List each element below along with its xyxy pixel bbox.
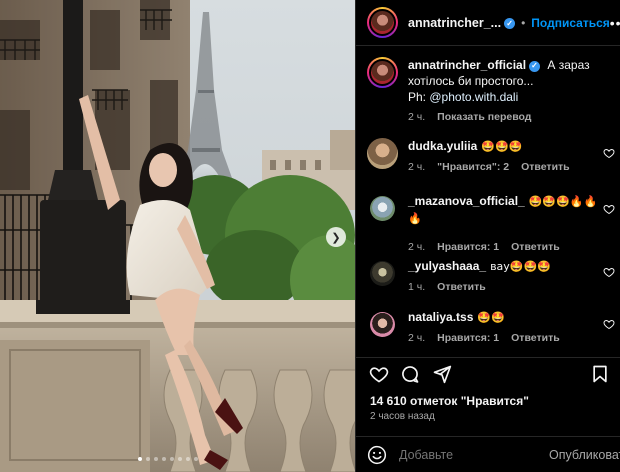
carousel-dot (162, 457, 166, 461)
separator-dot: • (521, 15, 526, 30)
comment-text: _yulyashaaa_ вау🤩🤩🤩 (408, 258, 598, 275)
post-caption: annatrincher_official ✓ А зараз хотілось … (367, 57, 615, 123)
caption-time: 2 ч. (408, 111, 426, 123)
post-header: annatrincher_...✓ • Подписаться ••• (356, 0, 620, 46)
comments-list: annatrincher_official ✓ А зараз хотілось … (356, 47, 620, 350)
comment-icon[interactable] (400, 364, 420, 384)
caption-username[interactable]: annatrincher_official ✓ (408, 58, 541, 72)
share-icon[interactable] (432, 364, 452, 384)
comment-composer: Опубликовать (356, 436, 620, 472)
reply-button[interactable]: Ответить (511, 332, 560, 344)
comment-content: 🤩🤩🤩 (481, 140, 523, 153)
comment-meta: 2 ч. Нравится: 1 Ответить (408, 332, 598, 344)
comment-avatar[interactable] (367, 138, 398, 169)
reply-button[interactable]: Ответить (511, 241, 560, 253)
comment-item: nataliya.tss 🤩🤩 2 ч. Нравится: 1 Ответить (367, 309, 615, 344)
carousel-dot (178, 457, 182, 461)
comment-text: _mazanova_official_ 🤩🤩🤩🔥🔥🔥 (408, 193, 598, 227)
publish-button[interactable]: Опубликовать (549, 448, 620, 462)
verified-icon: ✓ (529, 60, 541, 72)
comment-username[interactable]: _mazanova_official_ (408, 194, 525, 208)
comment-username[interactable]: nataliya.tss (408, 310, 473, 324)
author-username[interactable]: annatrincher_... ✓ (408, 15, 516, 30)
likes-count[interactable]: 14 610 отметок "Нравится" (370, 394, 529, 408)
comment-body: nataliya.tss 🤩🤩 2 ч. Нравится: 1 Ответить (408, 309, 598, 344)
chevron-right-icon: ❯ (331, 231, 341, 244)
like-heart-icon[interactable] (369, 364, 389, 384)
verified-icon: ✓ (504, 17, 516, 29)
caption-username-text: annatrincher_official (408, 58, 527, 72)
caption-meta: 2 ч. Показать перевод (408, 111, 598, 123)
post-photo[interactable]: ❯ (0, 0, 355, 472)
carousel-next-button[interactable]: ❯ (326, 227, 346, 247)
heart-icon[interactable] (603, 318, 615, 330)
comment-username[interactable]: _yulyashaaa_ (408, 259, 486, 273)
reply-button[interactable]: Ответить (437, 281, 486, 293)
comment-likes[interactable]: "Нравится": 2 (437, 161, 509, 173)
comment-avatar[interactable] (370, 261, 395, 286)
comment-text: nataliya.tss 🤩🤩 (408, 309, 598, 326)
post-actions (356, 357, 620, 387)
comment-likes[interactable]: Нравится: 1 (437, 332, 499, 344)
comment-body: _yulyashaaa_ вау🤩🤩🤩 1 ч. Ответить (408, 258, 598, 293)
carousel-dot (194, 457, 198, 461)
emoji-icon[interactable] (367, 445, 387, 465)
comment-item: dudka.yuliia 🤩🤩🤩 2 ч. "Нравится": 2 Ответ… (367, 138, 615, 173)
heart-icon[interactable] (603, 203, 615, 215)
carousel-dot (186, 457, 190, 461)
comment-time: 2 ч. (408, 161, 426, 173)
post-viewer: ❯ annatrincher_...✓ • Подписаться ••• (0, 0, 620, 472)
heart-icon[interactable] (603, 147, 615, 159)
more-icon[interactable]: ••• (610, 15, 620, 31)
caption-line-1: А зараз (547, 58, 590, 72)
comment-meta: 2 ч. "Нравится": 2 Ответить (408, 161, 598, 173)
comment-time: 1 ч. (408, 281, 426, 293)
comment-username[interactable]: dudka.yuliia (408, 139, 477, 153)
carousel-dot (146, 457, 150, 461)
comment-content: 🤩🤩 (477, 311, 505, 324)
comment-item: _yulyashaaa_ вау🤩🤩🤩 1 ч. Ответить (367, 258, 615, 293)
post-side-panel: annatrincher_...✓ • Подписаться ••• anna… (355, 0, 620, 472)
comment-avatar[interactable] (370, 312, 395, 337)
caption-line-3: Ph: (408, 90, 427, 104)
comment-avatar[interactable] (370, 196, 395, 221)
comment-content: вау🤩🤩🤩 (490, 260, 551, 273)
caption-avatar[interactable] (367, 57, 398, 88)
carousel-dot (138, 457, 142, 461)
caption-line-2: хотілось би простого... (408, 74, 534, 88)
author-username-text: annatrincher_... (408, 15, 502, 30)
author-avatar[interactable] (367, 7, 398, 38)
comment-body: dudka.yuliia 🤩🤩🤩 2 ч. "Нравится": 2 Ответ… (408, 138, 598, 173)
comment-body: _mazanova_official_ 🤩🤩🤩🔥🔥🔥 2 ч. Нравится:… (408, 193, 598, 253)
bookmark-icon[interactable] (590, 364, 610, 384)
photo-scene (0, 0, 355, 472)
comment-text: dudka.yuliia 🤩🤩🤩 (408, 138, 598, 155)
comment-meta: 1 ч. Ответить (408, 281, 598, 293)
follow-button[interactable]: Подписаться (531, 16, 609, 30)
comment-time: 2 ч. (408, 332, 426, 344)
carousel-dots (138, 457, 198, 461)
comment-meta: 2 ч. Нравится: 1 Ответить (408, 241, 598, 253)
post-time: 2 часов назад (370, 411, 435, 422)
comment-item: _mazanova_official_ 🤩🤩🤩🔥🔥🔥 2 ч. Нравится:… (367, 193, 615, 253)
comment-likes[interactable]: Нравится: 1 (437, 241, 499, 253)
caption-body: annatrincher_official ✓ А зараз хотілось … (408, 57, 598, 123)
caption-text: annatrincher_official ✓ А зараз хотілось … (408, 57, 598, 105)
carousel-dot (170, 457, 174, 461)
translate-button[interactable]: Показать перевод (437, 111, 531, 123)
heart-icon[interactable] (603, 266, 615, 278)
comment-time: 2 ч. (408, 241, 426, 253)
comment-input[interactable] (399, 447, 549, 462)
reply-button[interactable]: Ответить (521, 161, 570, 173)
carousel-dot (154, 457, 158, 461)
caption-mention-link[interactable]: @photo.with.dali (429, 90, 518, 104)
